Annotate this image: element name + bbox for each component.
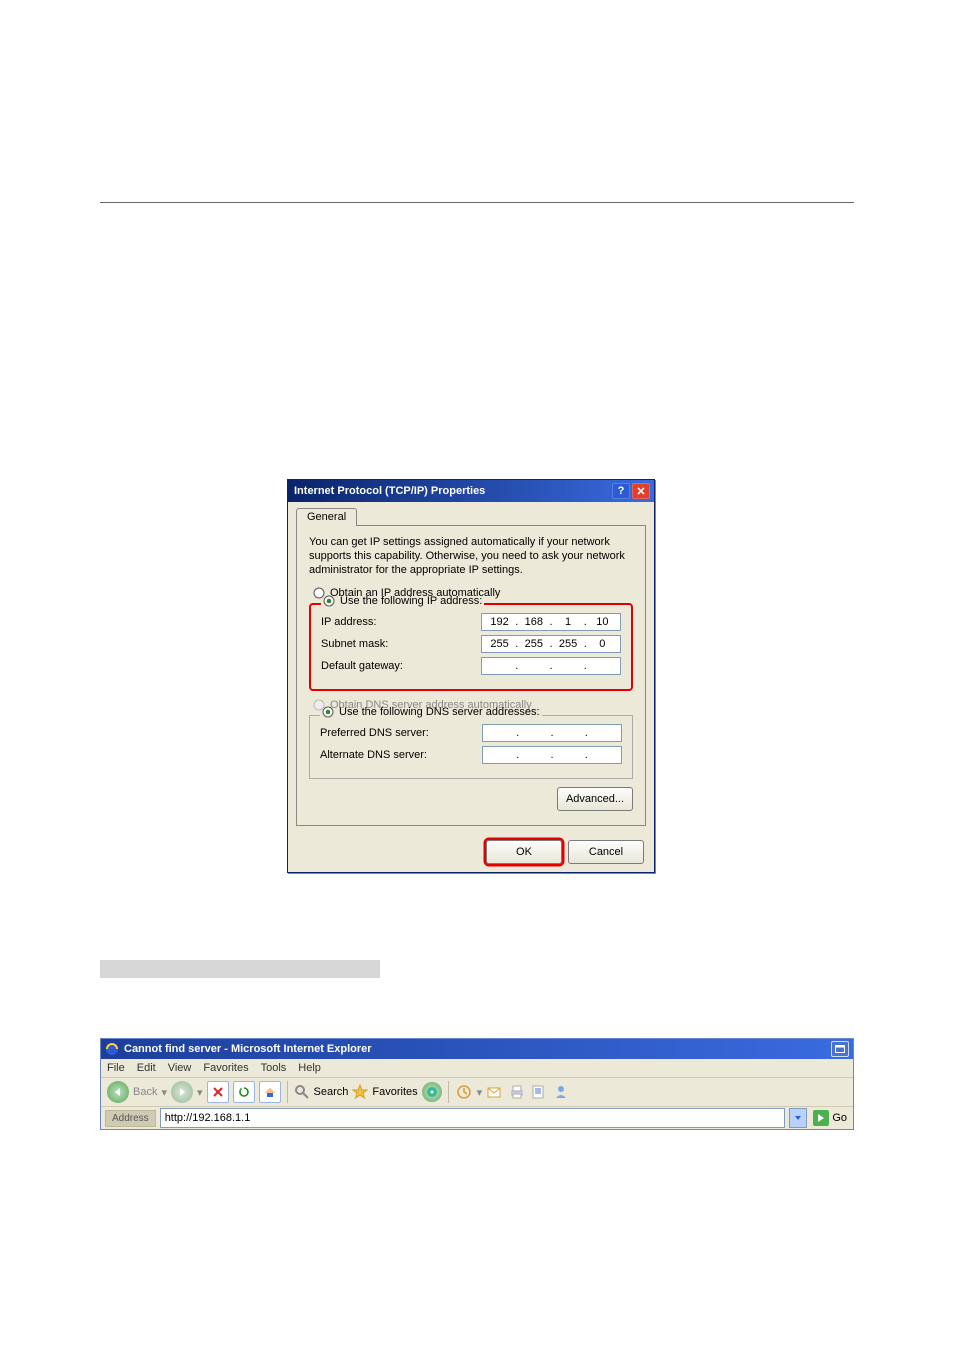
messenger-icon[interactable] [552, 1083, 570, 1101]
dialog-titlebar: Internet Protocol (TCP/IP) Properties ? … [288, 480, 654, 502]
menu-tools[interactable]: Tools [261, 1062, 287, 1074]
stop-icon [212, 1086, 224, 1098]
menu-help[interactable]: Help [298, 1062, 321, 1074]
dropdown-arrow-icon: ▾ [197, 1086, 203, 1099]
placeholder-bar [100, 960, 380, 978]
address-value: http://192.168.1.1 [165, 1112, 251, 1124]
radio-selected-icon [322, 706, 334, 718]
subnet-mask-input[interactable]: 255. 255. 255. 0 [481, 635, 621, 653]
tab-strip: General [296, 508, 646, 526]
radio-use-following-dns[interactable]: Use the following DNS server addresses: [320, 706, 542, 718]
ip-octet: 168 [522, 616, 546, 628]
go-button[interactable]: Go [811, 1110, 849, 1126]
dialog-button-row: OK Cancel [288, 834, 654, 872]
ip-address-input[interactable]: 192. 168. 1. 10 [481, 613, 621, 631]
print-icon[interactable] [508, 1083, 526, 1101]
back-button[interactable] [107, 1081, 129, 1103]
ie-addressbar: Address http://192.168.1.1 Go [101, 1106, 853, 1129]
favorites-star-icon [352, 1084, 368, 1100]
media-icon [426, 1086, 438, 1098]
favorites-button[interactable]: Favorites [372, 1086, 417, 1098]
question-icon: ? [618, 485, 625, 497]
arrow-right-icon [177, 1087, 187, 1097]
maximize-icon [835, 1045, 845, 1053]
group-use-following-dns: Use the following DNS server addresses: … [309, 715, 633, 779]
alternate-dns-input[interactable]: . . . [482, 746, 622, 764]
go-label: Go [832, 1112, 847, 1124]
tab-panel-general: You can get IP settings assigned automat… [296, 525, 646, 826]
preferred-dns-input[interactable]: . . . [482, 724, 622, 742]
home-icon [264, 1086, 276, 1098]
close-button[interactable]: ✕ [632, 483, 650, 499]
back-label: Back [133, 1086, 157, 1098]
history-icon[interactable] [455, 1083, 473, 1101]
search-button[interactable]: Search [314, 1086, 349, 1098]
ip-octet: 255 [488, 638, 512, 650]
ip-octet: 255 [522, 638, 546, 650]
maximize-button[interactable] [831, 1041, 849, 1057]
dialog-title: Internet Protocol (TCP/IP) Properties [294, 485, 610, 497]
subnet-mask-label: Subnet mask: [321, 638, 481, 650]
tab-general[interactable]: General [296, 508, 357, 526]
stop-button[interactable] [207, 1081, 229, 1103]
chevron-down-icon [794, 1114, 802, 1122]
ie-window: Cannot find server - Microsoft Internet … [100, 1038, 854, 1130]
refresh-icon [238, 1086, 250, 1098]
group-use-following-ip: Use the following IP address: IP address… [309, 603, 633, 691]
ie-titlebar: Cannot find server - Microsoft Internet … [101, 1039, 853, 1059]
address-label: Address [105, 1110, 156, 1127]
ip-octet: 10 [590, 616, 614, 628]
radio-label: Use the following DNS server addresses: [339, 706, 540, 718]
ip-address-label: IP address: [321, 616, 481, 628]
menu-favorites[interactable]: Favorites [203, 1062, 248, 1074]
alternate-dns-label: Alternate DNS server: [320, 749, 482, 761]
ip-octet: 1 [556, 616, 580, 628]
preferred-dns-label: Preferred DNS server: [320, 727, 482, 739]
ip-octet: 0 [590, 638, 614, 650]
ok-button[interactable]: OK [486, 840, 562, 864]
search-icon [294, 1084, 310, 1100]
section-divider [100, 202, 854, 203]
ip-octet: 255 [556, 638, 580, 650]
home-button[interactable] [259, 1081, 281, 1103]
radio-selected-icon [323, 595, 335, 607]
help-button[interactable]: ? [612, 483, 630, 499]
ip-octet: 192 [488, 616, 512, 628]
menu-view[interactable]: View [168, 1062, 192, 1074]
close-icon: ✕ [636, 485, 645, 498]
ie-toolbar: Back ▾ ▾ Search Favorites [101, 1077, 853, 1106]
description-text: You can get IP settings assigned automat… [309, 536, 633, 577]
ie-title-text: Cannot find server - Microsoft Internet … [124, 1043, 372, 1055]
default-gateway-label: Default gateway: [321, 660, 481, 672]
go-arrow-icon [816, 1113, 826, 1123]
menu-file[interactable]: File [107, 1062, 125, 1074]
default-gateway-input[interactable]: . . . [481, 657, 621, 675]
ie-logo-icon [105, 1042, 119, 1056]
mail-icon[interactable] [486, 1083, 504, 1101]
refresh-button[interactable] [233, 1081, 255, 1103]
media-button[interactable] [422, 1082, 442, 1102]
advanced-button[interactable]: Advanced... [557, 787, 633, 811]
forward-button[interactable] [171, 1081, 193, 1103]
radio-use-following-ip[interactable]: Use the following IP address: [321, 595, 484, 607]
arrow-left-icon [113, 1087, 123, 1097]
menu-edit[interactable]: Edit [137, 1062, 156, 1074]
address-input[interactable]: http://192.168.1.1 [160, 1108, 786, 1128]
address-dropdown[interactable] [789, 1108, 807, 1128]
ie-menubar: File Edit View Favorites Tools Help [101, 1059, 853, 1077]
radio-label: Use the following IP address: [340, 595, 482, 607]
edit-icon[interactable] [530, 1083, 548, 1101]
tcpip-properties-dialog: Internet Protocol (TCP/IP) Properties ? … [287, 479, 655, 873]
dropdown-arrow-icon: ▾ [161, 1086, 167, 1099]
cancel-button[interactable]: Cancel [568, 840, 644, 864]
dropdown-arrow-icon: ▾ [477, 1086, 483, 1099]
